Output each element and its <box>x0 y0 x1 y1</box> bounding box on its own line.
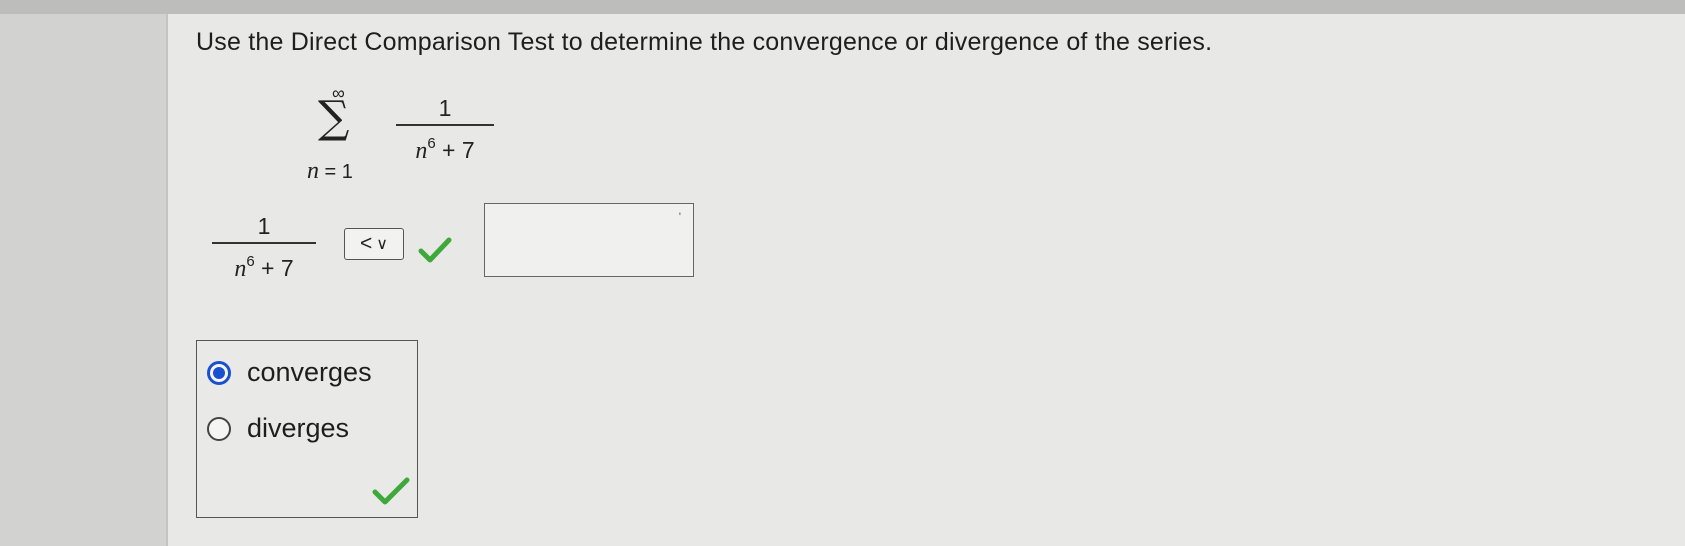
radio-converges[interactable] <box>207 360 231 385</box>
choice-converges[interactable]: converges <box>207 357 372 388</box>
sum-lower-limit: n = 1 <box>307 158 353 185</box>
comparison-lhs-fraction: 1 n6 + 7 <box>212 212 316 283</box>
radio-diverges[interactable] <box>207 416 231 441</box>
comparison-denominator: n6 + 7 <box>212 248 316 283</box>
comparison-den-var: n <box>234 256 247 282</box>
top-strip <box>0 0 1685 14</box>
operator-selected-value: < <box>360 232 373 255</box>
comparison-numerator: 1 <box>257 213 271 239</box>
fraction-bar <box>396 124 494 126</box>
sum-index-var: n <box>307 158 319 184</box>
series-den-var: n <box>415 138 428 164</box>
question-text: Use the Direct Comparison Test to determ… <box>196 28 1213 56</box>
checkmark-icon <box>418 237 452 263</box>
operator-select[interactable]: < ∨ <box>344 228 404 260</box>
sigma-symbol: ∑ <box>318 92 350 143</box>
fraction-bar <box>212 242 316 244</box>
sum-index-start: = 1 <box>319 161 353 183</box>
input-marker: ' <box>678 210 681 224</box>
chevron-down-icon: ∨ <box>376 234 388 253</box>
choice-label-converges: converges <box>247 357 372 387</box>
comparison-den-exponent: 6 <box>246 253 255 270</box>
choice-label-diverges: diverges <box>247 413 350 443</box>
series-term-fraction: 1 n6 + 7 <box>396 94 494 165</box>
comparison-den-rest: + 7 <box>254 255 294 281</box>
comparison-answer-input[interactable]: ' <box>484 203 694 277</box>
left-gutter <box>0 14 166 546</box>
choice-diverges[interactable]: diverges <box>207 413 349 444</box>
series-numerator: 1 <box>438 95 452 121</box>
series-den-rest: + 7 <box>435 137 475 163</box>
series-den-exponent: 6 <box>427 135 436 152</box>
series-denominator: n6 + 7 <box>396 130 494 165</box>
checkmark-icon <box>372 477 410 505</box>
